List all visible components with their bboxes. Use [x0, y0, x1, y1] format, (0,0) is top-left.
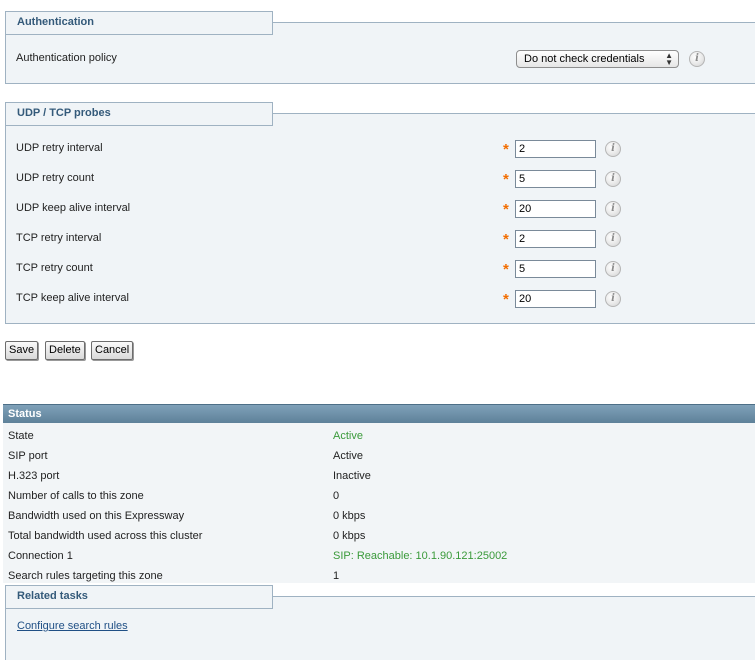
- status-value: 0 kbps: [333, 510, 366, 522]
- required-mark: *: [503, 201, 509, 218]
- authentication-title: Authentication: [5, 11, 273, 35]
- configure-search-rules-link[interactable]: Configure search rules: [17, 620, 128, 632]
- authentication-policy-label: Authentication policy: [16, 52, 117, 64]
- status-row-cluster-bandwidth: Total bandwidth used across this cluster…: [3, 525, 755, 545]
- status-row-sip-port: SIP port Active: [3, 445, 755, 465]
- status-label: Connection 1: [8, 550, 73, 562]
- required-mark: *: [503, 261, 509, 278]
- status-value: Active: [333, 450, 363, 462]
- info-icon[interactable]: i: [605, 141, 621, 157]
- status-label: Number of calls to this zone: [8, 490, 144, 502]
- info-icon[interactable]: i: [605, 291, 621, 307]
- status-row-state: State Active: [3, 425, 755, 445]
- status-row-connection: Connection 1 SIP: Reachable: 10.1.90.121…: [3, 545, 755, 565]
- status-value: Active: [333, 430, 363, 442]
- udp-keep-alive-interval-label: UDP keep alive interval: [16, 202, 131, 214]
- udp-retry-interval-input[interactable]: [515, 140, 596, 158]
- udp-keep-alive-interval-input[interactable]: [515, 200, 596, 218]
- udp-retry-count-label: UDP retry count: [16, 172, 95, 184]
- save-button[interactable]: Save: [5, 341, 39, 360]
- tcp-retry-count-input[interactable]: [515, 260, 596, 278]
- status-row-h323-port: H.323 port Inactive: [3, 465, 755, 485]
- status-row-bandwidth: Bandwidth used on this Expressway 0 kbps: [3, 505, 755, 525]
- status-label: Total bandwidth used across this cluster: [8, 530, 203, 542]
- tcp-keep-alive-interval-input[interactable]: [515, 290, 596, 308]
- status-row-search-rules: Search rules targeting this zone 1: [3, 565, 755, 585]
- tcp-retry-interval-label: TCP retry interval: [16, 232, 102, 244]
- info-icon[interactable]: i: [689, 51, 705, 67]
- tcp-retry-count-label: TCP retry count: [16, 262, 93, 274]
- updown-arrows-icon: ▲ ▼: [665, 51, 673, 67]
- info-icon[interactable]: i: [605, 171, 621, 187]
- probes-title: UDP / TCP probes: [5, 102, 273, 126]
- info-icon[interactable]: i: [605, 231, 621, 247]
- related-tasks-title: Related tasks: [5, 585, 273, 609]
- info-icon[interactable]: i: [605, 261, 621, 277]
- status-label: SIP port: [8, 450, 48, 462]
- status-table: State Active SIP port Active H.323 port …: [3, 423, 755, 583]
- status-value: SIP: Reachable: 10.1.90.121:25002: [333, 550, 508, 562]
- status-label: Bandwidth used on this Expressway: [8, 510, 185, 522]
- delete-button[interactable]: Delete: [45, 341, 85, 360]
- tcp-retry-interval-input[interactable]: [515, 230, 596, 248]
- info-icon[interactable]: i: [605, 201, 621, 217]
- status-label: State: [8, 430, 34, 442]
- status-value: 1: [333, 570, 340, 582]
- status-value: 0 kbps: [333, 530, 366, 542]
- required-mark: *: [503, 231, 509, 248]
- status-row-calls: Number of calls to this zone 0: [3, 485, 755, 505]
- required-mark: *: [503, 291, 509, 308]
- status-value: Inactive: [333, 470, 371, 482]
- authentication-policy-select[interactable]: Do not check credentials ▲ ▼: [516, 50, 679, 68]
- udp-retry-count-input[interactable]: [515, 170, 596, 188]
- tcp-keep-alive-interval-label: TCP keep alive interval: [16, 292, 129, 304]
- udp-retry-interval-label: UDP retry interval: [16, 142, 103, 154]
- status-label: H.323 port: [8, 470, 60, 482]
- authentication-policy-value: Do not check credentials: [524, 53, 645, 65]
- required-mark: *: [503, 141, 509, 158]
- status-value: 0: [333, 490, 340, 502]
- status-header: Status: [3, 404, 755, 423]
- status-label: Search rules targeting this zone: [8, 570, 163, 582]
- required-mark: *: [503, 171, 509, 188]
- cancel-button[interactable]: Cancel: [91, 341, 134, 360]
